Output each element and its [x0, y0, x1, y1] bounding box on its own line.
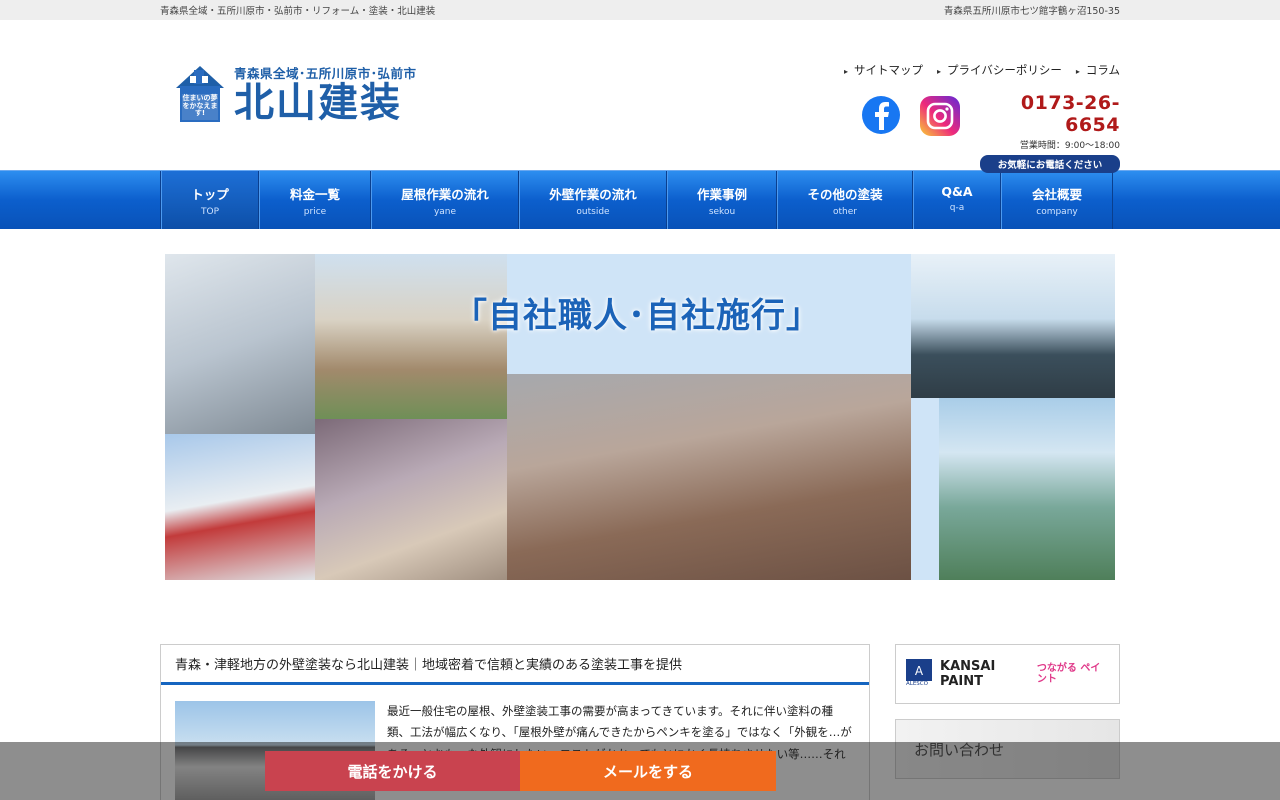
top-address-text: 青森県五所川原市七ツ館字鶴ヶ沼150-35: [943, 6, 1120, 17]
facebook-icon[interactable]: [862, 96, 900, 134]
hero-photo-balcony: [165, 434, 315, 580]
kansai-paint-banner[interactable]: A ALESCO KANSAI PAINT つながる ペイント: [895, 644, 1120, 704]
logo-tagline: 住まいの夢をかなえます!: [182, 94, 218, 118]
nav-item-top[interactable]: トップ TOP: [161, 171, 259, 229]
business-hours: 営業時間：9:00〜18:00: [1019, 141, 1120, 151]
column-link[interactable]: コラム: [1076, 62, 1120, 78]
header-contact: 0173-26-6654 営業時間：9:00〜18:00 お気軽にお電話ください: [980, 92, 1120, 173]
nav-item-qa[interactable]: Q&A q-a: [913, 171, 1001, 229]
hero-photo-washing: [315, 419, 507, 580]
house-logo-icon: 住まいの夢をかなえます!: [172, 62, 228, 124]
site-logo[interactable]: 住まいの夢をかなえます! 青森県全域･五所川原市･弘前市 北山建装: [172, 62, 417, 124]
intro-title: 青森・津軽地方の外壁塗装なら北山建装｜地域密着で信頼と実績のある塗装工事を提供: [161, 645, 869, 685]
alesco-text: ALESCO: [906, 681, 928, 687]
top-area-text: 青森県全域・五所川原市・弘前市・リフォーム・塗装・北山建装: [160, 6, 436, 17]
nav-item-outside[interactable]: 外壁作業の流れ outside: [519, 171, 667, 229]
logo-name: 北山建装: [234, 79, 402, 126]
global-nav: トップ TOP 料金一覧 price 屋根作業の流れ yane 外壁作業の流れ outs…: [0, 170, 1280, 229]
sitemap-link[interactable]: サイトマップ: [844, 62, 923, 78]
kansai-paint-name: KANSAI PAINT: [940, 659, 996, 689]
alesco-logo-icon: A ALESCO: [906, 659, 932, 689]
logo-subtitle: 青森県全域･五所川原市･弘前市: [234, 65, 417, 81]
hero-photo-roof-worker: [507, 374, 911, 580]
nav-item-sekou[interactable]: 作業事例 sekou: [667, 171, 777, 229]
hero-banner: 「自社職人･自社施行」: [165, 254, 1115, 580]
social-links: [862, 96, 960, 136]
nav-item-price[interactable]: 料金一覧 price: [259, 171, 371, 229]
hero-photo-green-house: [939, 398, 1115, 580]
header-links: サイトマップ プライバシーポリシー コラム: [844, 62, 1120, 78]
hero-title: 「自社職人･自社施行」: [453, 296, 821, 336]
hero-photo-roof-top: [911, 254, 1115, 398]
nav-item-company[interactable]: 会社概要 company: [1001, 171, 1113, 229]
nav-item-yane[interactable]: 屋根作業の流れ yane: [371, 171, 519, 229]
tsunagaru-paint-text: つながる ペイント: [1036, 663, 1101, 685]
phone-number[interactable]: 0173-26-6654: [980, 92, 1120, 136]
mail-button[interactable]: メールをする: [520, 751, 776, 791]
svg-text:A: A: [915, 664, 924, 678]
instagram-icon[interactable]: [920, 96, 960, 136]
site-header: 住まいの夢をかなえます! 青森県全域･五所川原市･弘前市 北山建装 サイトマップ…: [160, 20, 1120, 173]
top-info-bar: 青森県全域・五所川原市・弘前市・リフォーム・塗装・北山建装 青森県五所川原市七ツ…: [0, 0, 1280, 20]
privacy-policy-link[interactable]: プライバシーポリシー: [937, 62, 1062, 78]
call-button[interactable]: 電話をかける: [265, 751, 520, 791]
nav-item-other[interactable]: その他の塗装 other: [777, 171, 913, 229]
hero-photo-ladder: [165, 254, 315, 434]
call-note-badge: お気軽にお電話ください: [980, 155, 1120, 173]
